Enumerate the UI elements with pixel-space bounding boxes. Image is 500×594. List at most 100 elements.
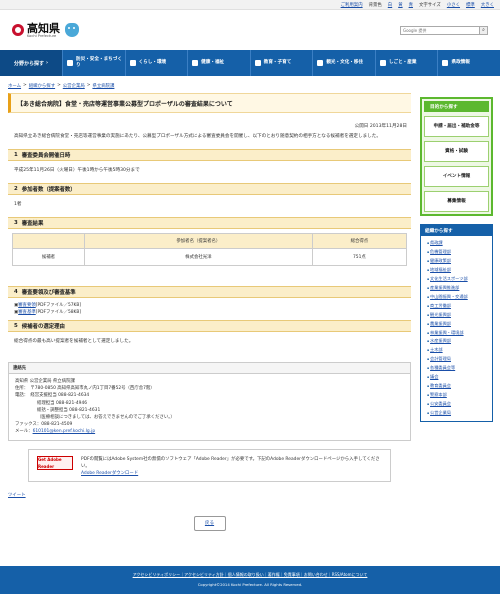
font-small-button[interactable]: 小さく: [447, 2, 460, 8]
site-header: 高知県 Kochi Prefecture ⌕: [0, 10, 500, 50]
section-heading: 2 参加者数（提案者数）: [8, 183, 411, 195]
nav-item-government[interactable]: 県政情報: [437, 50, 500, 76]
contact-box: 連絡先 高知県 公営企業局 県立病院課 住所： 〒780-0850 高知県高知市…: [8, 362, 411, 441]
field-search-label: 分野から探す ›: [0, 50, 62, 76]
table-cell: 株式会社光洋: [83, 248, 313, 266]
font-size-label: 文字サイズ: [419, 2, 441, 8]
list-item[interactable]: 農業振興部: [427, 320, 492, 329]
list-item[interactable]: 教育委員会: [427, 382, 492, 391]
bg-blue-button[interactable]: 青: [409, 2, 413, 8]
list-item[interactable]: 中山間振興・交通部: [427, 293, 492, 302]
back-button[interactable]: 戻る: [193, 515, 226, 531]
purpose-panel: 目的から探す 申請・届出・補助金等 資格・試験 イベント情報 募集情報: [420, 97, 493, 216]
contact-address: 住所： 〒780-0850 高知県高知市丸ノ内1丁目7番52号（西庁舎7階）: [15, 386, 155, 392]
bg-yellow-button[interactable]: 黄: [398, 2, 402, 8]
breadcrumb-org[interactable]: 組織から探す: [29, 83, 55, 89]
nav-item-life[interactable]: くらし・環境: [124, 50, 188, 76]
table-header: [12, 233, 85, 249]
contact-tel: 電話： 経営支援担当 088-821-4634: [15, 393, 90, 399]
contact-tel: 経理担当 088-821-4946: [37, 400, 88, 406]
contact-tel: 総括・調整担当 088-821-4631: [37, 407, 101, 413]
section-body: 総合得点の最も高い提案者を候補者として選定しました。: [14, 339, 134, 344]
purpose-title: 目的から探す: [424, 101, 489, 112]
nav-item-work[interactable]: しごと・産業: [374, 50, 438, 76]
document-list: ▣審査要領[PDFファイル／57KB] ▣審査基準[PDFファイル／58KB]: [8, 298, 411, 320]
footer-links[interactable]: アクセシビリティポリシー｜アクセシビリティ方針｜個人情報の取り扱い｜著作権｜免責…: [133, 572, 368, 577]
purpose-button-events[interactable]: イベント情報: [424, 166, 489, 187]
table-header: 参加者名（提案者名）: [83, 233, 313, 249]
search-button[interactable]: ⌕: [480, 25, 488, 35]
adobe-reader-icon[interactable]: Get Adobe Reader: [37, 455, 73, 470]
result-table: 参加者名（提案者名） 総合得点 候補者 株式会社光洋 751点: [12, 233, 408, 266]
section-body: 1者: [14, 202, 22, 207]
breadcrumb-section[interactable]: 県立病院課: [92, 83, 114, 89]
doc-link-criteria[interactable]: 審査基準: [18, 310, 36, 315]
table-header: 総合得点: [311, 233, 408, 249]
list-item[interactable]: 地域福祉部: [427, 266, 492, 275]
utility-bar: ご利用案内 背景色 白 黄 青 文字サイズ 小さく 標準 大きく: [0, 0, 500, 10]
mascot-icon: [65, 23, 79, 37]
list-item[interactable]: 議会: [427, 373, 492, 382]
tweet-link[interactable]: ツイート: [8, 492, 411, 498]
breadcrumb-home[interactable]: ホーム: [8, 83, 21, 89]
prefecture-seal-icon: [12, 24, 24, 36]
section-body: 平成25年11月26日（火曜日）午後1時から午後5時30分まで: [14, 168, 140, 173]
logo-title: 高知県: [27, 21, 60, 35]
contact-email-link[interactable]: 610101@ken.pref.kochi.lg.jp: [33, 429, 96, 434]
list-item[interactable]: 林業振興・環境部: [427, 329, 492, 338]
list-item[interactable]: 土木部: [427, 346, 492, 355]
page-title: 【あき総合病院】食堂・売店等運営事業公募型プロポーザルの審査結果について: [8, 93, 411, 113]
bg-white-button[interactable]: 白: [388, 2, 392, 8]
org-panel: 組織から探す 県政課 危機管理部 健康政策部 地域福祉部 文化生活スポーツ部 産…: [420, 224, 493, 423]
doc-link-guideline[interactable]: 審査要領: [18, 303, 36, 308]
logo-subtitle: Kochi Prefecture: [27, 33, 57, 38]
breadcrumb: ホーム > 組織から探す > 公営企業局 > 県立病院課: [8, 83, 115, 89]
section-heading: 5 候補者の選定理由: [8, 320, 411, 332]
search-input[interactable]: [400, 25, 480, 35]
nav-item-education[interactable]: 教育・子育て: [249, 50, 313, 76]
breadcrumb-bureau[interactable]: 公営企業局: [63, 83, 85, 89]
font-normal-button[interactable]: 標準: [466, 2, 475, 8]
nav-item-tourism[interactable]: 観光・文化・移住: [312, 50, 375, 76]
table-header-row: 参加者名（提案者名） 総合得点: [12, 233, 408, 249]
bg-color-label: 背景色: [368, 2, 382, 8]
nav-item-health[interactable]: 健康・福祉: [187, 50, 250, 76]
list-item[interactable]: 各種委員会等: [427, 364, 492, 373]
search-icon: ⌕: [482, 27, 485, 33]
list-item[interactable]: 公営企業局: [427, 409, 492, 418]
plane-icon: [317, 60, 324, 66]
adobe-download-link[interactable]: Adobe Readerダウンロード: [81, 471, 138, 476]
list-item[interactable]: 会計管理局: [427, 355, 492, 364]
list-item[interactable]: 水産振興部: [427, 337, 492, 346]
list-item[interactable]: 健康政策部: [427, 257, 492, 266]
purpose-button-qualifications[interactable]: 資格・試験: [424, 141, 489, 162]
pdf-note-text: PDFの閲覧にはAdobe System社の無償のソフトウェア「Adobe Re…: [81, 456, 380, 469]
copyright: Copyright©2014 Kochi Prefecture. All Rig…: [197, 582, 303, 587]
list-item[interactable]: 県政課: [427, 239, 492, 248]
site-logo[interactable]: 高知県 Kochi Prefecture: [12, 23, 79, 38]
guide-link[interactable]: ご利用案内: [341, 2, 363, 8]
table-row: 候補者 株式会社光洋 751点: [12, 248, 408, 266]
list-item[interactable]: 公安委員会: [427, 400, 492, 409]
purpose-button-applications[interactable]: 申請・届出・補助金等: [424, 116, 489, 137]
list-item[interactable]: 産業振興推進部: [427, 284, 492, 293]
list-item[interactable]: 危機管理部: [427, 248, 492, 257]
nav-item-disaster[interactable]: 防災・安全・まちづくり: [62, 50, 125, 76]
book-icon: [254, 60, 261, 66]
sidebar: 目的から探す 申請・届出・補助金等 資格・試験 イベント情報 募集情報 組織から…: [420, 97, 493, 423]
list-item: ▣審査基準[PDFファイル／58KB]: [14, 310, 82, 315]
main-content: 【あき総合病院】食堂・売店等運営事業公募型プロポーザルの審査結果について 公開日…: [8, 93, 411, 531]
list-item[interactable]: 商工労働部: [427, 302, 492, 311]
list-item[interactable]: 観光振興部: [427, 311, 492, 320]
building-icon: [442, 60, 449, 66]
purpose-button-recruitment[interactable]: 募集情報: [424, 191, 489, 212]
list-item[interactable]: 警察本部: [427, 391, 492, 400]
chevron-right-icon: ›: [45, 60, 49, 66]
pdf-reader-note: Get Adobe Reader PDFの閲覧にはAdobe System社の無…: [28, 448, 391, 482]
shield-icon: [67, 60, 73, 66]
section-heading: 3 審査結果: [8, 217, 411, 229]
heart-icon: [192, 60, 199, 66]
section-heading: 4 審査要領及び審査基準: [8, 286, 411, 298]
list-item[interactable]: 文化生活スポーツ部: [427, 275, 492, 284]
font-large-button[interactable]: 大きく: [481, 2, 494, 8]
